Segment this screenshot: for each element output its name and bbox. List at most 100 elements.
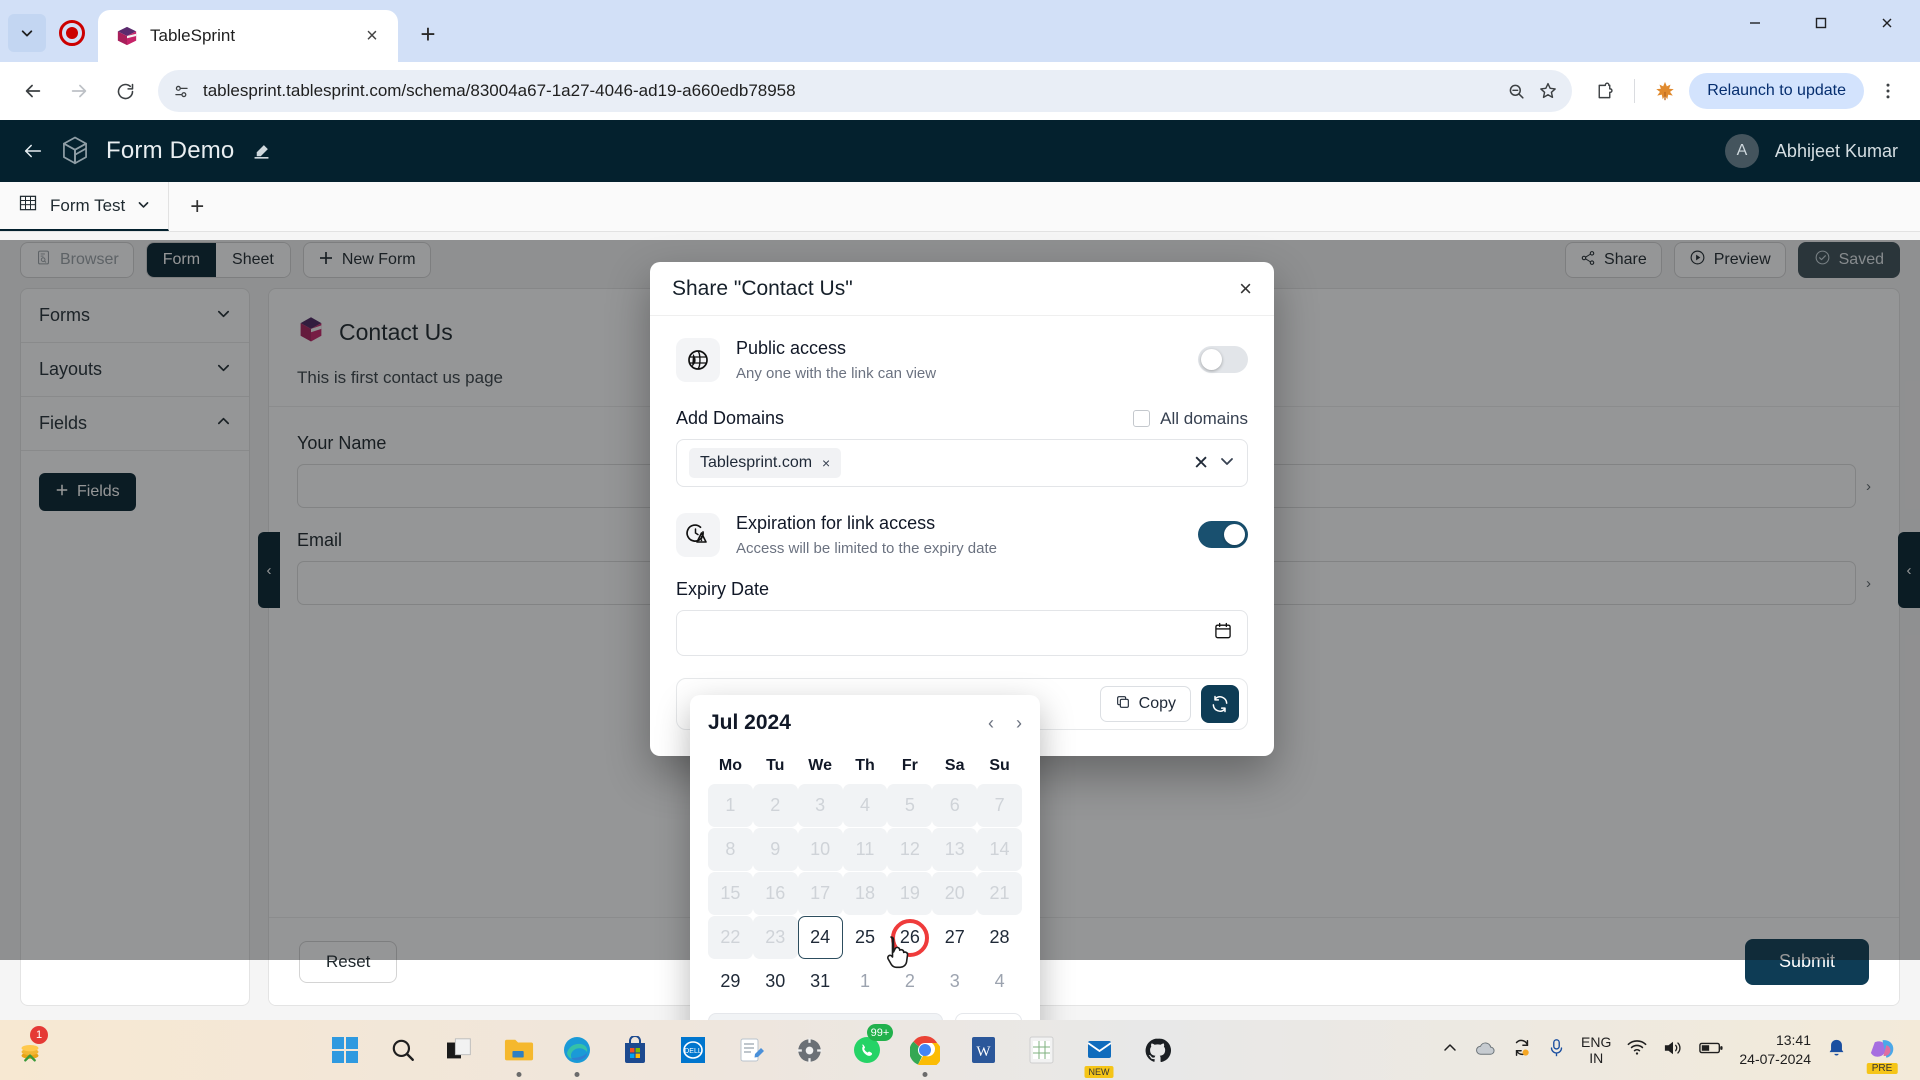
chevron-down-icon[interactable] xyxy=(137,196,150,216)
expiry-date-input[interactable] xyxy=(676,610,1248,656)
chrome-icon[interactable] xyxy=(905,1030,945,1077)
close-icon[interactable]: × xyxy=(358,22,386,50)
search-icon[interactable] xyxy=(383,1030,423,1070)
calendar-day[interactable]: 30 xyxy=(753,960,798,1003)
domain-multiselect[interactable]: Tablesprint.com × ✕ xyxy=(676,439,1248,487)
tab-search-icon[interactable] xyxy=(8,14,46,52)
microphone-icon[interactable] xyxy=(1548,1038,1565,1063)
site-settings-icon[interactable] xyxy=(172,82,191,101)
app-back-arrow-icon[interactable] xyxy=(22,140,44,162)
calendar-day[interactable]: 31 xyxy=(798,960,843,1003)
whatsapp-icon[interactable]: 99+ xyxy=(847,1024,894,1070)
settings-gear-icon[interactable] xyxy=(789,1030,829,1070)
tray-time: 13:41 xyxy=(1775,1032,1811,1049)
github-icon[interactable] xyxy=(1137,1030,1177,1070)
calendar-day[interactable]: 27 xyxy=(932,916,977,959)
browser-tab[interactable]: TableSprint × xyxy=(98,10,398,62)
calendar-day[interactable]: 29 xyxy=(708,960,753,1003)
avatar[interactable]: A xyxy=(1724,134,1759,168)
bell-icon[interactable] xyxy=(1827,1038,1846,1063)
maple-leaf-icon[interactable] xyxy=(1645,71,1685,111)
microsoft-store-icon[interactable] xyxy=(615,1030,655,1070)
svg-text:W: W xyxy=(976,1044,991,1060)
sync-icon[interactable] xyxy=(1512,1038,1532,1063)
expiry-date-label: Expiry Date xyxy=(676,579,770,599)
language-indicator[interactable]: ENG IN xyxy=(1581,1034,1611,1066)
language-line1: ENG xyxy=(1581,1033,1612,1050)
onedrive-icon[interactable] xyxy=(1474,1040,1496,1061)
expiration-toggle[interactable] xyxy=(1198,521,1248,548)
outlook-icon[interactable]: NEW xyxy=(1079,1030,1119,1078)
pencil-icon[interactable] xyxy=(252,142,271,161)
show-hidden-icons[interactable] xyxy=(1442,1040,1458,1061)
calendar-day: 1 xyxy=(708,784,753,827)
copy-link-button[interactable]: Copy xyxy=(1099,686,1191,722)
star-icon[interactable] xyxy=(1538,81,1558,101)
back-arrow-icon[interactable] xyxy=(12,70,54,112)
calendar-day-label: 6 xyxy=(949,795,960,815)
wifi-icon[interactable] xyxy=(1627,1039,1647,1061)
domain-chip[interactable]: Tablesprint.com × xyxy=(689,448,842,478)
three-dot-menu-icon[interactable] xyxy=(1868,71,1908,111)
reload-icon[interactable] xyxy=(104,70,146,112)
calendar-day[interactable]: 3 xyxy=(932,960,977,1003)
clear-domains-icon[interactable]: ✕ xyxy=(1193,452,1209,475)
calendar-prev-month-button[interactable]: ‹ xyxy=(988,713,994,734)
extensions-icon[interactable] xyxy=(1584,71,1624,111)
calendar-day: 5 xyxy=(887,784,933,827)
time-input[interactable]: -- : -- am xyxy=(708,1013,944,1020)
calendar-day[interactable]: 24 xyxy=(797,916,843,959)
edge-icon[interactable] xyxy=(557,1030,597,1077)
calendar-day: 12 xyxy=(887,828,933,871)
calendar-day[interactable]: 28 xyxy=(977,916,1022,959)
calendar-day: 10 xyxy=(797,828,843,871)
address-bar[interactable]: tablesprint.tablesprint.com/schema/83004… xyxy=(158,70,1573,112)
file-explorer-icon[interactable] xyxy=(499,1030,539,1077)
record-icon[interactable] xyxy=(52,13,92,53)
minimize-button[interactable] xyxy=(1722,0,1788,46)
calendar-day-label: 31 xyxy=(810,971,831,991)
maximize-button[interactable] xyxy=(1788,0,1854,46)
sheet-tab-form-test[interactable]: Form Test xyxy=(0,182,170,231)
public-access-toggle[interactable] xyxy=(1198,346,1248,373)
window-close-button[interactable] xyxy=(1854,0,1920,46)
refresh-link-icon[interactable] xyxy=(1201,685,1239,723)
all-domains-checkbox[interactable] xyxy=(1133,410,1151,427)
new-tab-button[interactable]: + xyxy=(408,14,448,54)
zoom-out-icon[interactable] xyxy=(1507,82,1526,101)
task-view-icon[interactable] xyxy=(441,1030,481,1070)
calendar-icon[interactable] xyxy=(1213,621,1233,646)
calendar-next-month-button[interactable]: › xyxy=(1016,713,1022,734)
calendar-day[interactable]: 2 xyxy=(887,960,932,1003)
copilot-icon[interactable]: PRE xyxy=(1862,1030,1902,1074)
all-domains-checkbox-wrap[interactable]: All domains xyxy=(1133,409,1248,429)
word-icon[interactable]: W xyxy=(963,1030,1003,1070)
excel-icon[interactable] xyxy=(1021,1030,1061,1070)
notepad-icon[interactable] xyxy=(731,1030,771,1070)
coins-badge: 1 xyxy=(30,1026,48,1044)
calendar-day: 4 xyxy=(842,784,888,827)
calendar-ok-button[interactable]: OK xyxy=(955,1013,1022,1020)
coins-icon[interactable]: 1 xyxy=(10,1026,50,1070)
calendar-day-label: 30 xyxy=(765,971,786,991)
close-icon[interactable]: × xyxy=(1239,277,1252,300)
calendar-day-label: 2 xyxy=(770,795,781,815)
clock-date[interactable]: 13:41 24-07-2024 xyxy=(1739,1031,1811,1069)
windows-start-icon[interactable] xyxy=(325,1030,365,1070)
battery-icon[interactable] xyxy=(1699,1041,1723,1060)
calendar-day[interactable]: 26 xyxy=(887,916,932,959)
volume-icon[interactable] xyxy=(1663,1039,1683,1062)
window-controls xyxy=(1722,0,1920,46)
calendar-footer: -- : -- am OK xyxy=(708,1013,1022,1020)
calendar-day[interactable]: 1 xyxy=(843,960,888,1003)
add-sheet-button[interactable]: + xyxy=(169,182,225,231)
relaunch-to-update-button[interactable]: Relaunch to update xyxy=(1689,73,1864,109)
remove-chip-icon[interactable]: × xyxy=(822,455,830,471)
calendar-day[interactable]: 25 xyxy=(843,916,888,959)
calendar-day-label: 23 xyxy=(765,927,786,947)
dell-icon[interactable]: DELL xyxy=(673,1030,713,1070)
forward-arrow-icon[interactable] xyxy=(58,70,100,112)
taskbar-coins-app[interactable]: 1 xyxy=(0,1026,60,1070)
chevron-down-icon[interactable] xyxy=(1219,453,1235,473)
calendar-day[interactable]: 4 xyxy=(977,960,1022,1003)
